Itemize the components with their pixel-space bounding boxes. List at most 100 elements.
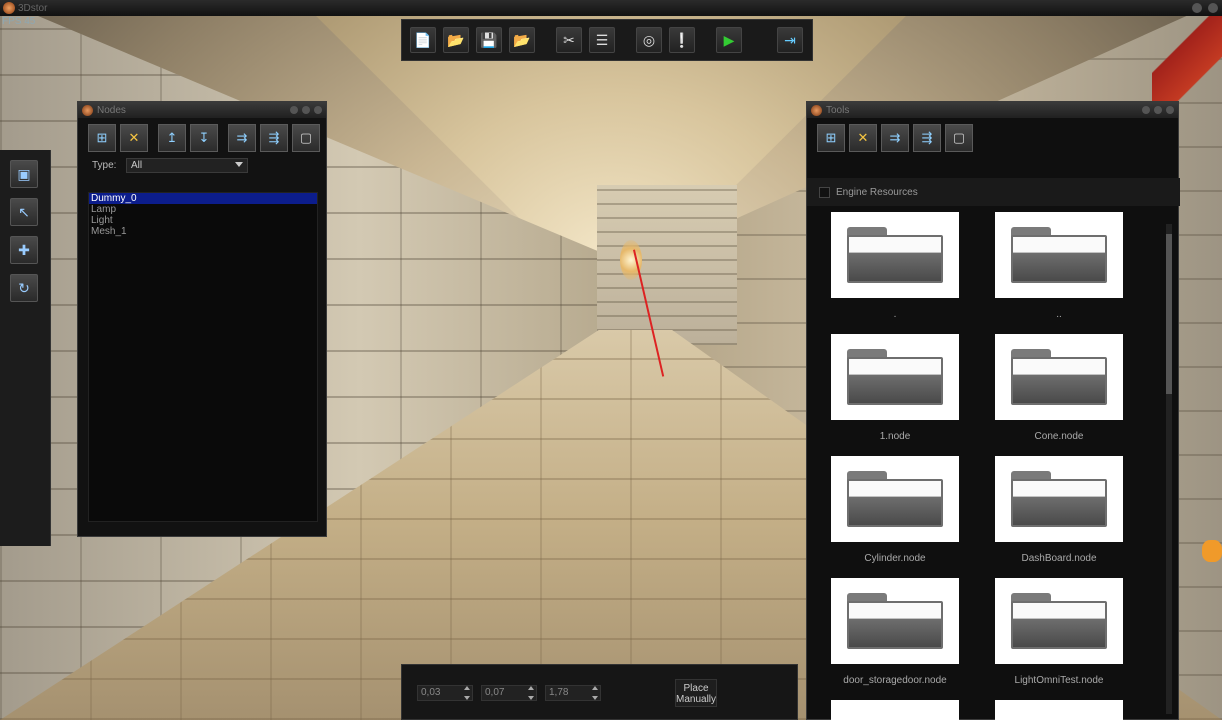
delete-node-button[interactable]: ✕: [120, 124, 148, 152]
scrollbar-thumb[interactable]: [1166, 234, 1172, 394]
file-item[interactable]: LightOmniTest.node: [995, 578, 1123, 687]
chevron-down-icon: [235, 162, 243, 167]
place-manually-button[interactable]: Place Manually: [675, 679, 717, 707]
help-icon: ❕: [673, 31, 691, 48]
file-thumbnail: [995, 578, 1123, 664]
open-folder-icon: 📂: [447, 31, 465, 48]
minimize-icon[interactable]: [290, 106, 298, 114]
app-title: 3Dstor: [18, 2, 48, 14]
close-icon[interactable]: [1166, 106, 1174, 114]
node-list-item[interactable]: Mesh_1: [89, 226, 317, 237]
box-node-button[interactable]: ▢: [292, 124, 320, 152]
close-icon[interactable]: [314, 106, 322, 114]
select-all-button[interactable]: ⊞: [817, 124, 845, 152]
unlink-node-button[interactable]: ⇶: [260, 124, 288, 152]
delete-button[interactable]: ✕: [849, 124, 877, 152]
file-item[interactable]: 1.node: [831, 334, 959, 443]
file-thumbnail: [995, 334, 1123, 420]
type-select[interactable]: All: [126, 158, 248, 173]
link-node-button[interactable]: ⇉: [228, 124, 256, 152]
rotate-tool-button[interactable]: ↻: [10, 274, 38, 302]
node-list-item[interactable]: Lamp: [89, 204, 317, 215]
file-thumbnail: [831, 700, 959, 720]
main-toolbar: 📄 📂 💾 📂 ✂ ☰ ◎ ❕ ▶ ⇥: [401, 19, 813, 61]
minimize-icon[interactable]: [1142, 106, 1150, 114]
x-spinner[interactable]: [463, 686, 471, 700]
open-project-button[interactable]: 📂: [509, 27, 535, 53]
window-controls: [1192, 3, 1222, 13]
file-item[interactable]: .: [831, 212, 959, 321]
file-item[interactable]: [995, 700, 1123, 720]
file-item[interactable]: Cone.node: [995, 334, 1123, 443]
file-name: .: [893, 309, 897, 320]
file-name: 1.node: [879, 431, 911, 442]
file-thumbnail: [831, 456, 959, 542]
grid-icon: ⊞: [96, 130, 108, 145]
exit-button[interactable]: ⇥: [777, 27, 803, 53]
play-button[interactable]: ▶: [716, 27, 742, 53]
open-folder-button[interactable]: 📂: [443, 27, 469, 53]
camera-tool-button[interactable]: ▣: [10, 160, 38, 188]
file-item[interactable]: door_storagedoor.node: [831, 578, 959, 687]
nodes-panel-header[interactable]: Nodes: [78, 102, 326, 118]
open-project-icon: 📂: [513, 31, 531, 48]
tools-button[interactable]: ✂: [556, 27, 582, 53]
unlink-icon: ⇶: [268, 130, 280, 145]
nodes-toolbar: ⊞ ✕ ↥ ↧ ⇉ ⇶ ▢: [78, 118, 326, 152]
node-list: Dummy_0 Lamp Light Mesh_1: [88, 192, 318, 522]
file-item[interactable]: DashBoard.node: [995, 456, 1123, 565]
z-spinner[interactable]: [591, 686, 599, 700]
minimize-icon[interactable]: [1192, 3, 1202, 13]
node-list-item[interactable]: Light: [89, 215, 317, 226]
rotate-icon: ↻: [18, 279, 30, 296]
new-file-icon: 📄: [414, 31, 432, 48]
view-button[interactable]: ◎: [636, 27, 662, 53]
move-node-down-button[interactable]: ↧: [190, 124, 218, 152]
cube-icon: ▢: [952, 130, 966, 145]
folder-icon: [847, 227, 943, 283]
list-button[interactable]: ☰: [589, 27, 615, 53]
link-button[interactable]: ⇉: [881, 124, 909, 152]
list-icon: ☰: [595, 31, 609, 48]
file-thumbnail: [995, 700, 1123, 720]
coordinates-bar: 0,03 0,07 1,78 Place Manually: [401, 664, 798, 720]
unlink-icon: ⇶: [921, 130, 933, 145]
tools-panel-header[interactable]: Tools: [807, 102, 1178, 118]
file-item[interactable]: Cylinder.node: [831, 456, 959, 565]
unlink-button[interactable]: ⇶: [913, 124, 941, 152]
help-button[interactable]: ❕: [669, 27, 695, 53]
panel-logo-icon: [811, 104, 822, 116]
type-select-value: All: [131, 160, 143, 171]
maximize-icon[interactable]: [302, 106, 310, 114]
file-name: ..: [1056, 309, 1062, 320]
y-spinner[interactable]: [527, 686, 535, 700]
arrow-up-icon: ↥: [166, 130, 178, 145]
save-button[interactable]: 💾: [476, 27, 502, 53]
place-button-label-line1: Place: [683, 683, 709, 694]
node-list-item[interactable]: Dummy_0: [89, 193, 317, 204]
maximize-icon[interactable]: [1154, 106, 1162, 114]
nodes-panel: Nodes ⊞ ✕ ↥ ↧ ⇉ ⇶ ▢ Type: All Dummy_0 La…: [77, 101, 327, 537]
box-button[interactable]: ▢: [945, 124, 973, 152]
link-icon: ⇉: [236, 130, 248, 145]
engine-resources-checkbox[interactable]: [819, 186, 830, 198]
select-tool-button[interactable]: ↖: [10, 198, 38, 226]
delete-icon: ✕: [128, 130, 140, 145]
close-icon[interactable]: [1208, 3, 1218, 13]
move-node-up-button[interactable]: ↥: [158, 124, 186, 152]
folder-icon: [847, 471, 943, 527]
select-all-nodes-button[interactable]: ⊞: [88, 124, 116, 152]
file-thumbnail: [831, 212, 959, 298]
file-item[interactable]: [831, 700, 959, 720]
panel-logo-icon: [82, 104, 93, 116]
file-item[interactable]: ..: [995, 212, 1123, 321]
fps-readout: FPS 45: [2, 16, 36, 27]
engine-resources-label: Engine Resources: [836, 186, 918, 198]
move-tool-button[interactable]: ✚: [10, 236, 38, 264]
type-filter-row: Type: All: [78, 152, 326, 173]
new-file-button[interactable]: 📄: [410, 27, 436, 53]
file-thumbnail: [831, 578, 959, 664]
folder-icon: [1011, 471, 1107, 527]
file-grid-scrollbar[interactable]: [1166, 224, 1172, 714]
file-thumbnail: [831, 334, 959, 420]
